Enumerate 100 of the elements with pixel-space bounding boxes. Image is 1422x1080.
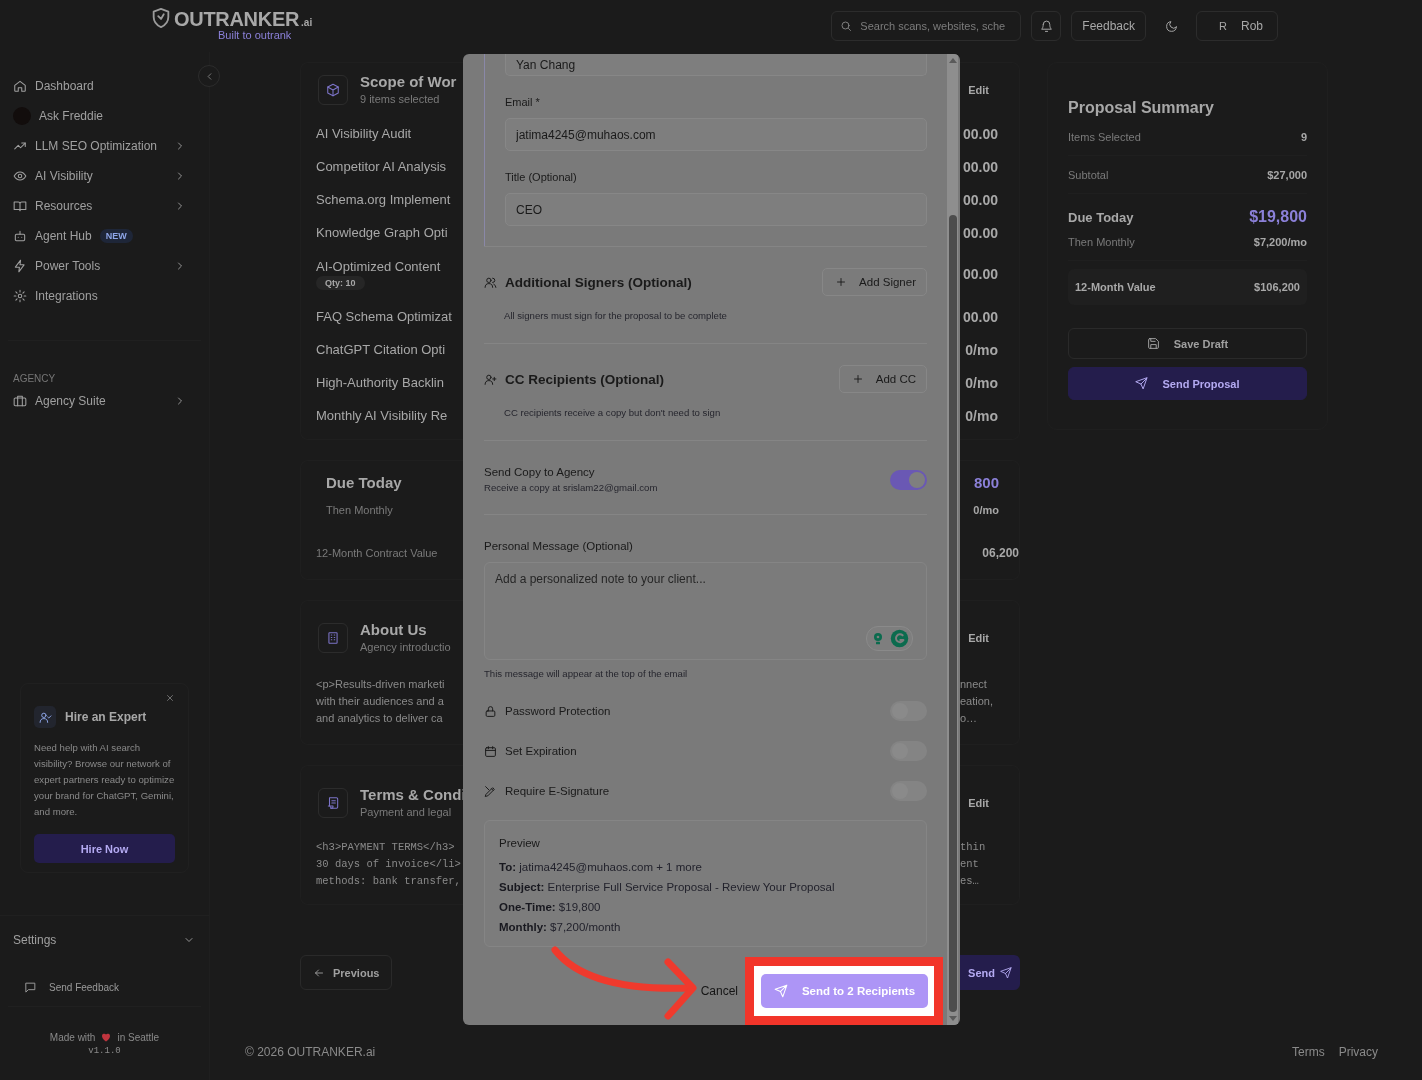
sidebar-item[interactable]: Ask Freddie [0, 101, 196, 131]
edit-link[interactable]: Edit [968, 84, 989, 96]
section-label: AGENCY [12, 372, 57, 386]
item-price: 00.00 [962, 191, 998, 208]
sidebar-item[interactable]: Resources [0, 191, 196, 221]
summary-value: $7,200/mo [1253, 236, 1307, 248]
user-menu[interactable]: R Rob [1196, 11, 1278, 41]
text-line: o… [960, 711, 979, 726]
add-button[interactable]: Add Signer [822, 268, 927, 296]
send-proposal-button[interactable]: Send Proposal [1068, 367, 1307, 400]
item-name: High-Authority Backlin [316, 375, 444, 390]
sidebar-item[interactable]: Agent Hub NEW [0, 221, 196, 251]
sidebar-item[interactable]: Power Tools [0, 251, 196, 281]
code-line: ent [960, 857, 980, 872]
building-icon [326, 631, 340, 645]
logo-wordmark: OUTRANKER [174, 9, 300, 29]
hire-button[interactable]: Hire Now [34, 834, 175, 863]
cube-icon [326, 83, 340, 97]
feedback-link[interactable]: Send Feedback [0, 972, 209, 1002]
book-icon [13, 199, 27, 213]
code-line: 30 days of invoice</li> [316, 857, 462, 872]
contract-amount: 06,200 [981, 545, 1019, 562]
new-badge: NEW [99, 229, 133, 243]
feedback-button[interactable]: Feedback [1071, 11, 1147, 41]
summary-title: Proposal Summary [1068, 98, 1215, 118]
sidebar-item[interactable]: Agency Suite [0, 386, 196, 416]
summary-label: Subtotal [1068, 168, 1109, 181]
scroll-icon [326, 796, 340, 810]
sidebar-item[interactable]: AI Visibility [0, 161, 196, 191]
message-field[interactable]: Add a personalized note to your client... [484, 562, 927, 660]
logo-tagline: Built to outrank [218, 29, 292, 41]
summary-value: 9 [1300, 130, 1307, 143]
name-field[interactable]: Yan Chang [505, 54, 927, 76]
notification-button[interactable] [1031, 11, 1062, 41]
summary-value: $27,000 [1267, 168, 1307, 181]
monthly-amount: 0/mo [972, 503, 1000, 518]
summary-label: Items Selected [1068, 130, 1141, 143]
credit-text: Made with [49, 1031, 96, 1043]
code-line: es… [960, 874, 980, 889]
item-name: Knowledge Graph Opti [316, 225, 448, 240]
card-title: Scope of Wor [360, 74, 457, 90]
sidebar-item[interactable]: Dashboard [0, 71, 196, 101]
credit-text: in Seattle [117, 1031, 160, 1043]
item-price: 0/mo [965, 374, 998, 391]
field-label: Email * [505, 95, 541, 110]
plus-icon [851, 373, 864, 385]
footer-link[interactable]: Terms [1292, 1045, 1325, 1059]
option-label: Send Copy to Agency [484, 465, 596, 480]
email-field[interactable]: jatima4245@muhaos.com [505, 118, 927, 151]
footer-link[interactable]: Privacy [1338, 1045, 1378, 1059]
save-draft-button[interactable]: Save Draft [1068, 328, 1307, 359]
edit-link[interactable]: Edit [968, 797, 989, 809]
send-button[interactable]: Send [960, 955, 1020, 990]
title-field[interactable]: CEO [505, 193, 927, 226]
summary-value: $106,200 [1254, 281, 1300, 293]
add-button[interactable]: Add CC [838, 365, 927, 393]
preview-line: Subject: Enterprise Full Service Proposal - Review Your Proposal [499, 880, 836, 895]
field-hint: This message will appear at the top of the email [484, 667, 689, 681]
item-name: Schema.org Implement [316, 192, 451, 207]
preview-line: To: jatima4245@muhaos.com + 1 more [499, 860, 703, 875]
item-price: 00.00 [962, 158, 998, 175]
search-field[interactable]: Search scans, websites, sche [831, 11, 1022, 41]
search-icon [840, 20, 853, 32]
text-line: with their audiences and a [316, 694, 445, 709]
sidebar-item[interactable]: Integrations [0, 281, 196, 311]
cancel-button[interactable]: Cancel [696, 984, 742, 998]
due-amount: 800 [972, 473, 1000, 493]
item-price: 00.00 [962, 266, 998, 282]
preview-title: Preview [499, 836, 541, 851]
robot-icon [13, 229, 27, 243]
collapse-button[interactable] [198, 65, 220, 87]
lock-icon [484, 704, 497, 718]
promo-text: Need help with AI search visibility? Browse our network of expert partners ready to optimize your brand for ChatGPT, Gemini, and more. [34, 741, 175, 819]
item-price: 00.00 [962, 308, 998, 325]
logo-suffix: .ai [301, 17, 313, 29]
avatar-initial: R [1219, 20, 1227, 32]
chat-icon [24, 980, 37, 994]
code-line: thin [960, 840, 987, 855]
quantity-badge: Qty: 10 [316, 276, 365, 290]
settings-toggle[interactable]: Settings [0, 926, 209, 954]
section-hint: All signers must sign for the proposal to be complete [503, 309, 728, 323]
item-name: AI-Optimized Content [316, 259, 441, 274]
promo-title: Hire an Expert [65, 710, 147, 724]
item-price: 00.00 [962, 125, 998, 142]
scrollbar[interactable] [947, 54, 958, 1025]
moon-icon [1164, 19, 1178, 33]
calendar-icon [484, 744, 497, 758]
option-label: Require E-Signature [505, 785, 610, 797]
sidebar-item[interactable]: LLM SEO Optimization [0, 131, 196, 161]
home-icon [13, 79, 27, 93]
toggle-switch[interactable] [890, 470, 927, 490]
text-line: <p>Results-driven marketi [316, 677, 446, 692]
close-button[interactable] [165, 692, 175, 704]
user-plus-icon [484, 372, 497, 386]
item-price: 0/mo [965, 407, 998, 424]
lightning-icon [13, 259, 27, 273]
preview-line: One-Time: $19,800 [499, 900, 602, 915]
edit-link[interactable]: Edit [968, 632, 989, 644]
previous-button[interactable]: Previous [300, 955, 393, 990]
send-icon [773, 984, 788, 998]
